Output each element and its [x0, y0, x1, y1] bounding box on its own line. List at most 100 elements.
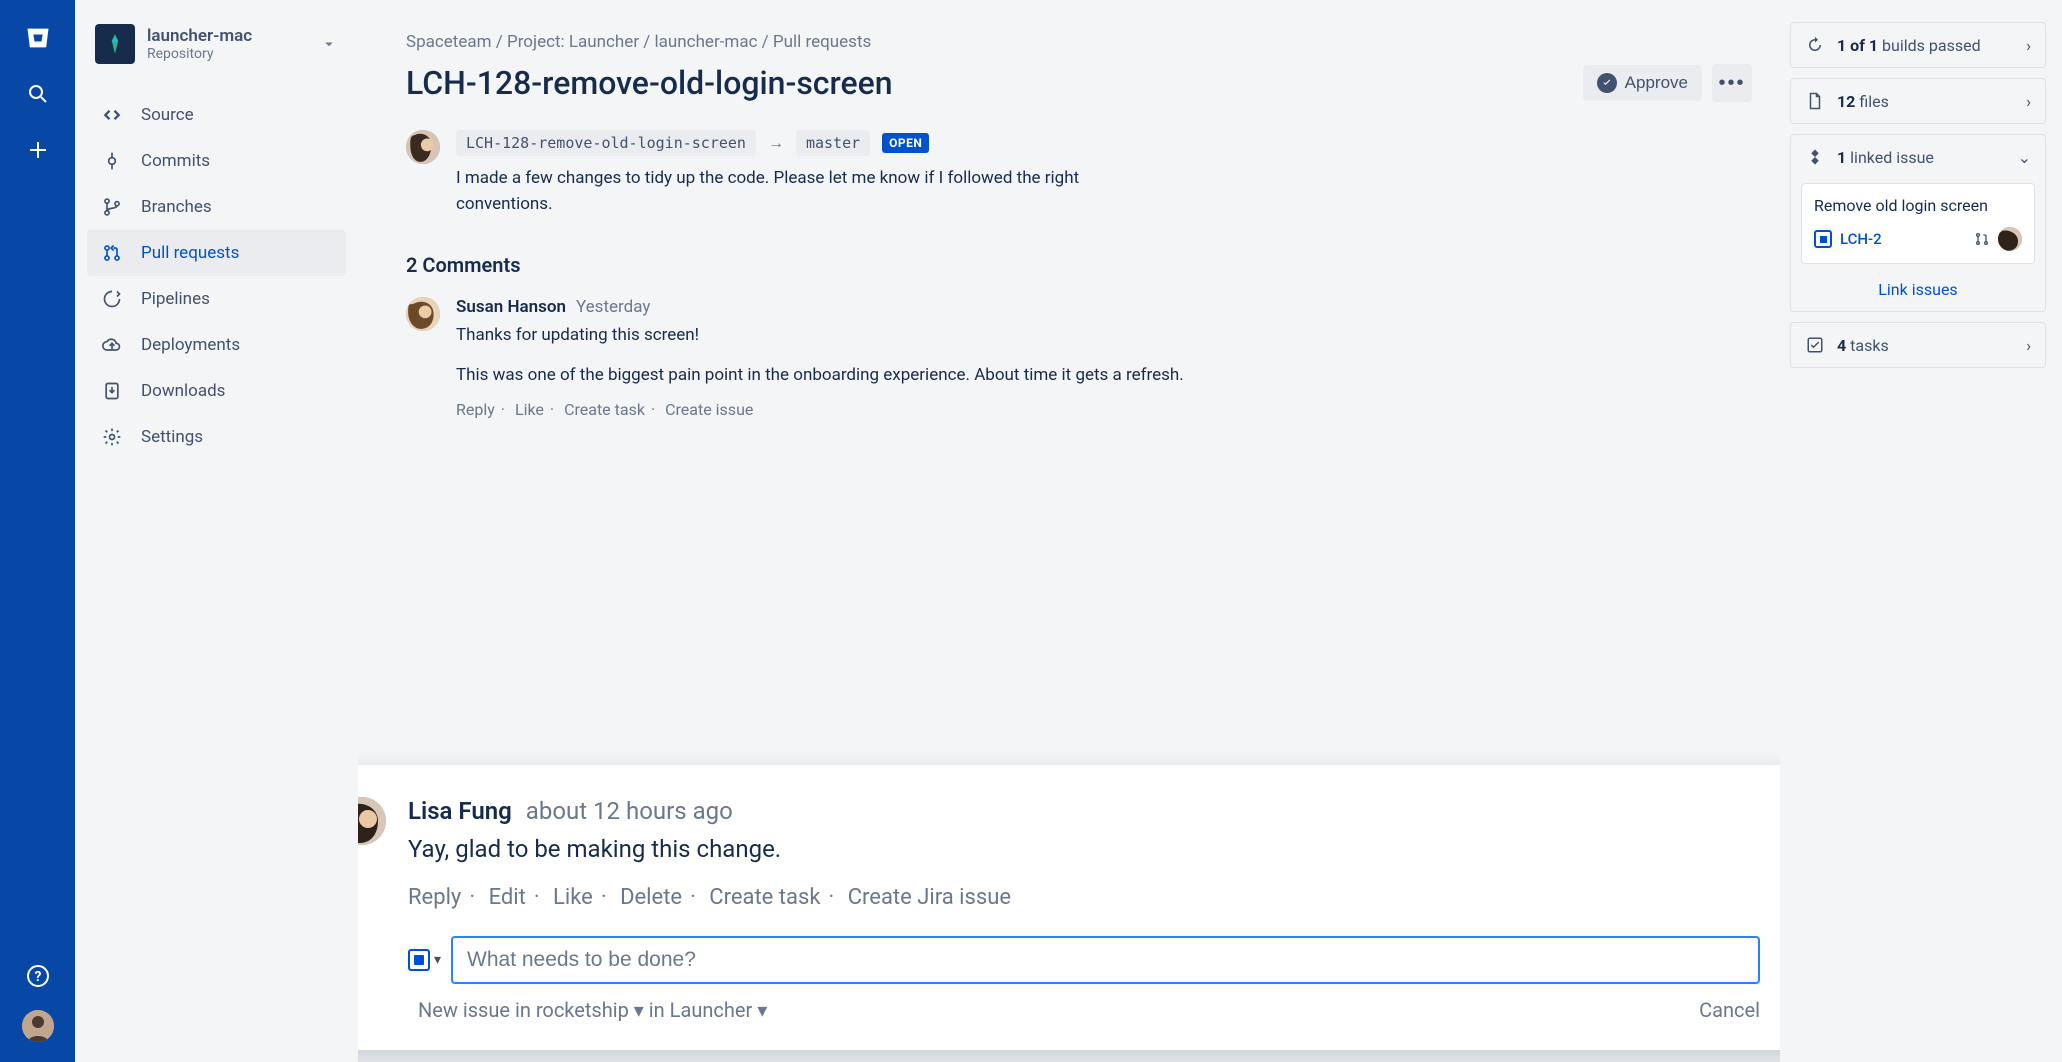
pullrequest-icon — [1974, 231, 1990, 247]
issue-type-picker[interactable]: ▾ — [408, 949, 441, 971]
global-nav: ? — [0, 0, 75, 1062]
status-badge: OPEN — [882, 133, 929, 153]
check-circle-icon — [1597, 73, 1617, 93]
linked-issue-card[interactable]: Remove old login screen LCH-2 — [1801, 183, 2035, 264]
project-header[interactable]: launcher-mac Repository — [87, 24, 346, 84]
sidebar-item-label: Commits — [141, 151, 210, 171]
breadcrumb-item[interactable]: Spaceteam — [406, 32, 492, 52]
sidebar-item-label: Deployments — [141, 335, 240, 355]
project-dropdown[interactable]: rocketship ▾ — [536, 998, 644, 1022]
link-issues-button[interactable]: Link issues — [1791, 274, 2045, 311]
plus-icon[interactable] — [24, 136, 52, 164]
checkbox-icon — [1805, 335, 1825, 355]
project-name: launcher-mac — [147, 26, 308, 46]
comment-avatar — [406, 297, 440, 331]
user-avatar[interactable] — [22, 1010, 54, 1042]
branch-icon — [101, 196, 123, 218]
sidebar-item-pull-requests[interactable]: Pull requests — [87, 230, 346, 276]
download-icon — [101, 380, 123, 402]
source-branch[interactable]: LCH-128-remove-old-login-screen — [456, 130, 756, 156]
commit-icon — [101, 150, 123, 172]
bitbucket-icon[interactable] — [24, 24, 52, 52]
builds-row[interactable]: 1 of 1 builds passed › — [1791, 23, 2045, 67]
popup-actions: Reply· Edit· Like· Delete· Create task· … — [408, 885, 1760, 910]
sidebar-item-label: Branches — [141, 197, 212, 217]
sidebar-item-pipelines[interactable]: Pipelines — [87, 276, 346, 322]
search-icon[interactable] — [24, 80, 52, 108]
chevron-down-icon[interactable] — [320, 35, 338, 53]
edit-action[interactable]: Edit — [489, 885, 526, 910]
popup-author[interactable]: Lisa Fung — [408, 797, 512, 825]
comment-time: Yesterday — [576, 297, 650, 317]
reply-action[interactable]: Reply — [408, 885, 461, 910]
breadcrumb-item[interactable]: Pull requests — [773, 32, 871, 52]
create-task-action[interactable]: Create task — [564, 400, 645, 419]
story-icon — [408, 949, 430, 971]
page-title: LCH-128-remove-old-login-screen — [406, 64, 893, 102]
container-dropdown[interactable]: Launcher ▾ — [670, 998, 768, 1022]
cancel-button[interactable]: Cancel — [1699, 998, 1760, 1022]
assignee-avatar — [1998, 227, 2022, 251]
popup-time: about 12 hours ago — [526, 797, 733, 825]
create-issue-action[interactable]: Create issue — [665, 400, 753, 419]
like-action[interactable]: Like — [553, 885, 593, 910]
sidebar-item-label: Pull requests — [141, 243, 239, 263]
sidebar-item-label: Settings — [141, 427, 203, 447]
breadcrumb: Spaceteam / Project: Launcher / launcher… — [406, 32, 1752, 52]
target-branch[interactable]: master — [796, 130, 870, 156]
chevron-right-icon: › — [2026, 36, 2031, 55]
refresh-icon — [1805, 35, 1825, 55]
sidebar-item-branches[interactable]: Branches — [87, 184, 346, 230]
approve-label: Approve — [1625, 73, 1688, 93]
svg-text:?: ? — [34, 969, 41, 985]
pipeline-icon — [101, 288, 123, 310]
popup-text: Yay, glad to be making this change. — [408, 835, 1760, 863]
sidebar-item-label: Source — [141, 105, 194, 125]
project-logo — [95, 24, 135, 64]
comment-popup-card: Lisa Fung about 12 hours ago Yay, glad t… — [358, 765, 1780, 1050]
comment: Susan Hanson Yesterday Thanks for updati… — [406, 297, 1752, 419]
sidebar-item-label: Pipelines — [141, 289, 210, 309]
create-footer-links: New issue in rocketship ▾ in Launcher ▾ — [418, 998, 767, 1022]
issue-summary-input[interactable] — [451, 936, 1760, 984]
chevron-down-icon: ⌄ — [2018, 148, 2031, 167]
more-button[interactable]: ••• — [1712, 64, 1752, 102]
reply-action[interactable]: Reply — [456, 400, 495, 419]
sidebar-item-downloads[interactable]: Downloads — [87, 368, 346, 414]
pullrequest-icon — [101, 242, 123, 264]
files-row[interactable]: 12 files › — [1791, 79, 2045, 123]
create-task-action[interactable]: Create task — [709, 885, 820, 910]
sidebar-item-source[interactable]: Source — [87, 92, 346, 138]
delete-action[interactable]: Delete — [620, 885, 682, 910]
arrow-right-icon: → — [768, 133, 784, 153]
sidebar-item-deployments[interactable]: Deployments — [87, 322, 346, 368]
chevron-right-icon: › — [2026, 336, 2031, 355]
right-panel: 1 of 1 builds passed › 12 files › 1 link… — [1780, 0, 2062, 1062]
approve-button[interactable]: Approve — [1583, 65, 1702, 101]
sidebar-item-label: Downloads — [141, 381, 225, 401]
create-jira-action[interactable]: Create Jira issue — [848, 885, 1011, 910]
issue-key[interactable]: LCH-2 — [1840, 230, 1966, 248]
comment-text: Thanks for updating this screen! — [456, 323, 1196, 349]
project-sidebar: launcher-mac Repository Source Commits B… — [75, 0, 358, 1062]
comment-author[interactable]: Susan Hanson — [456, 297, 566, 317]
comments-heading: 2 Comments — [406, 253, 1752, 277]
comment-actions: Reply· Like· Create task· Create issue — [456, 400, 1752, 419]
chevron-right-icon: › — [2026, 92, 2031, 111]
popup-avatar — [358, 797, 386, 845]
chevron-down-icon: ▾ — [434, 952, 441, 968]
cloud-upload-icon — [101, 334, 123, 356]
author-avatar — [406, 130, 440, 164]
sidebar-item-commits[interactable]: Commits — [87, 138, 346, 184]
breadcrumb-item[interactable]: launcher-mac — [655, 32, 758, 52]
linked-issue-title: Remove old login screen — [1814, 196, 2022, 215]
sidebar-item-settings[interactable]: Settings — [87, 414, 346, 460]
like-action[interactable]: Like — [515, 400, 544, 419]
main-content: Spaceteam / Project: Launcher / launcher… — [358, 0, 1780, 1062]
project-type: Repository — [147, 46, 308, 62]
breadcrumb-item[interactable]: Project: Launcher — [507, 32, 639, 52]
tasks-row[interactable]: 4 tasks › — [1791, 323, 2045, 367]
pr-description: I made a few changes to tidy up the code… — [456, 166, 1176, 217]
linked-issue-row[interactable]: 1 linked issue ⌄ — [1791, 135, 2045, 179]
help-icon[interactable]: ? — [24, 962, 52, 990]
